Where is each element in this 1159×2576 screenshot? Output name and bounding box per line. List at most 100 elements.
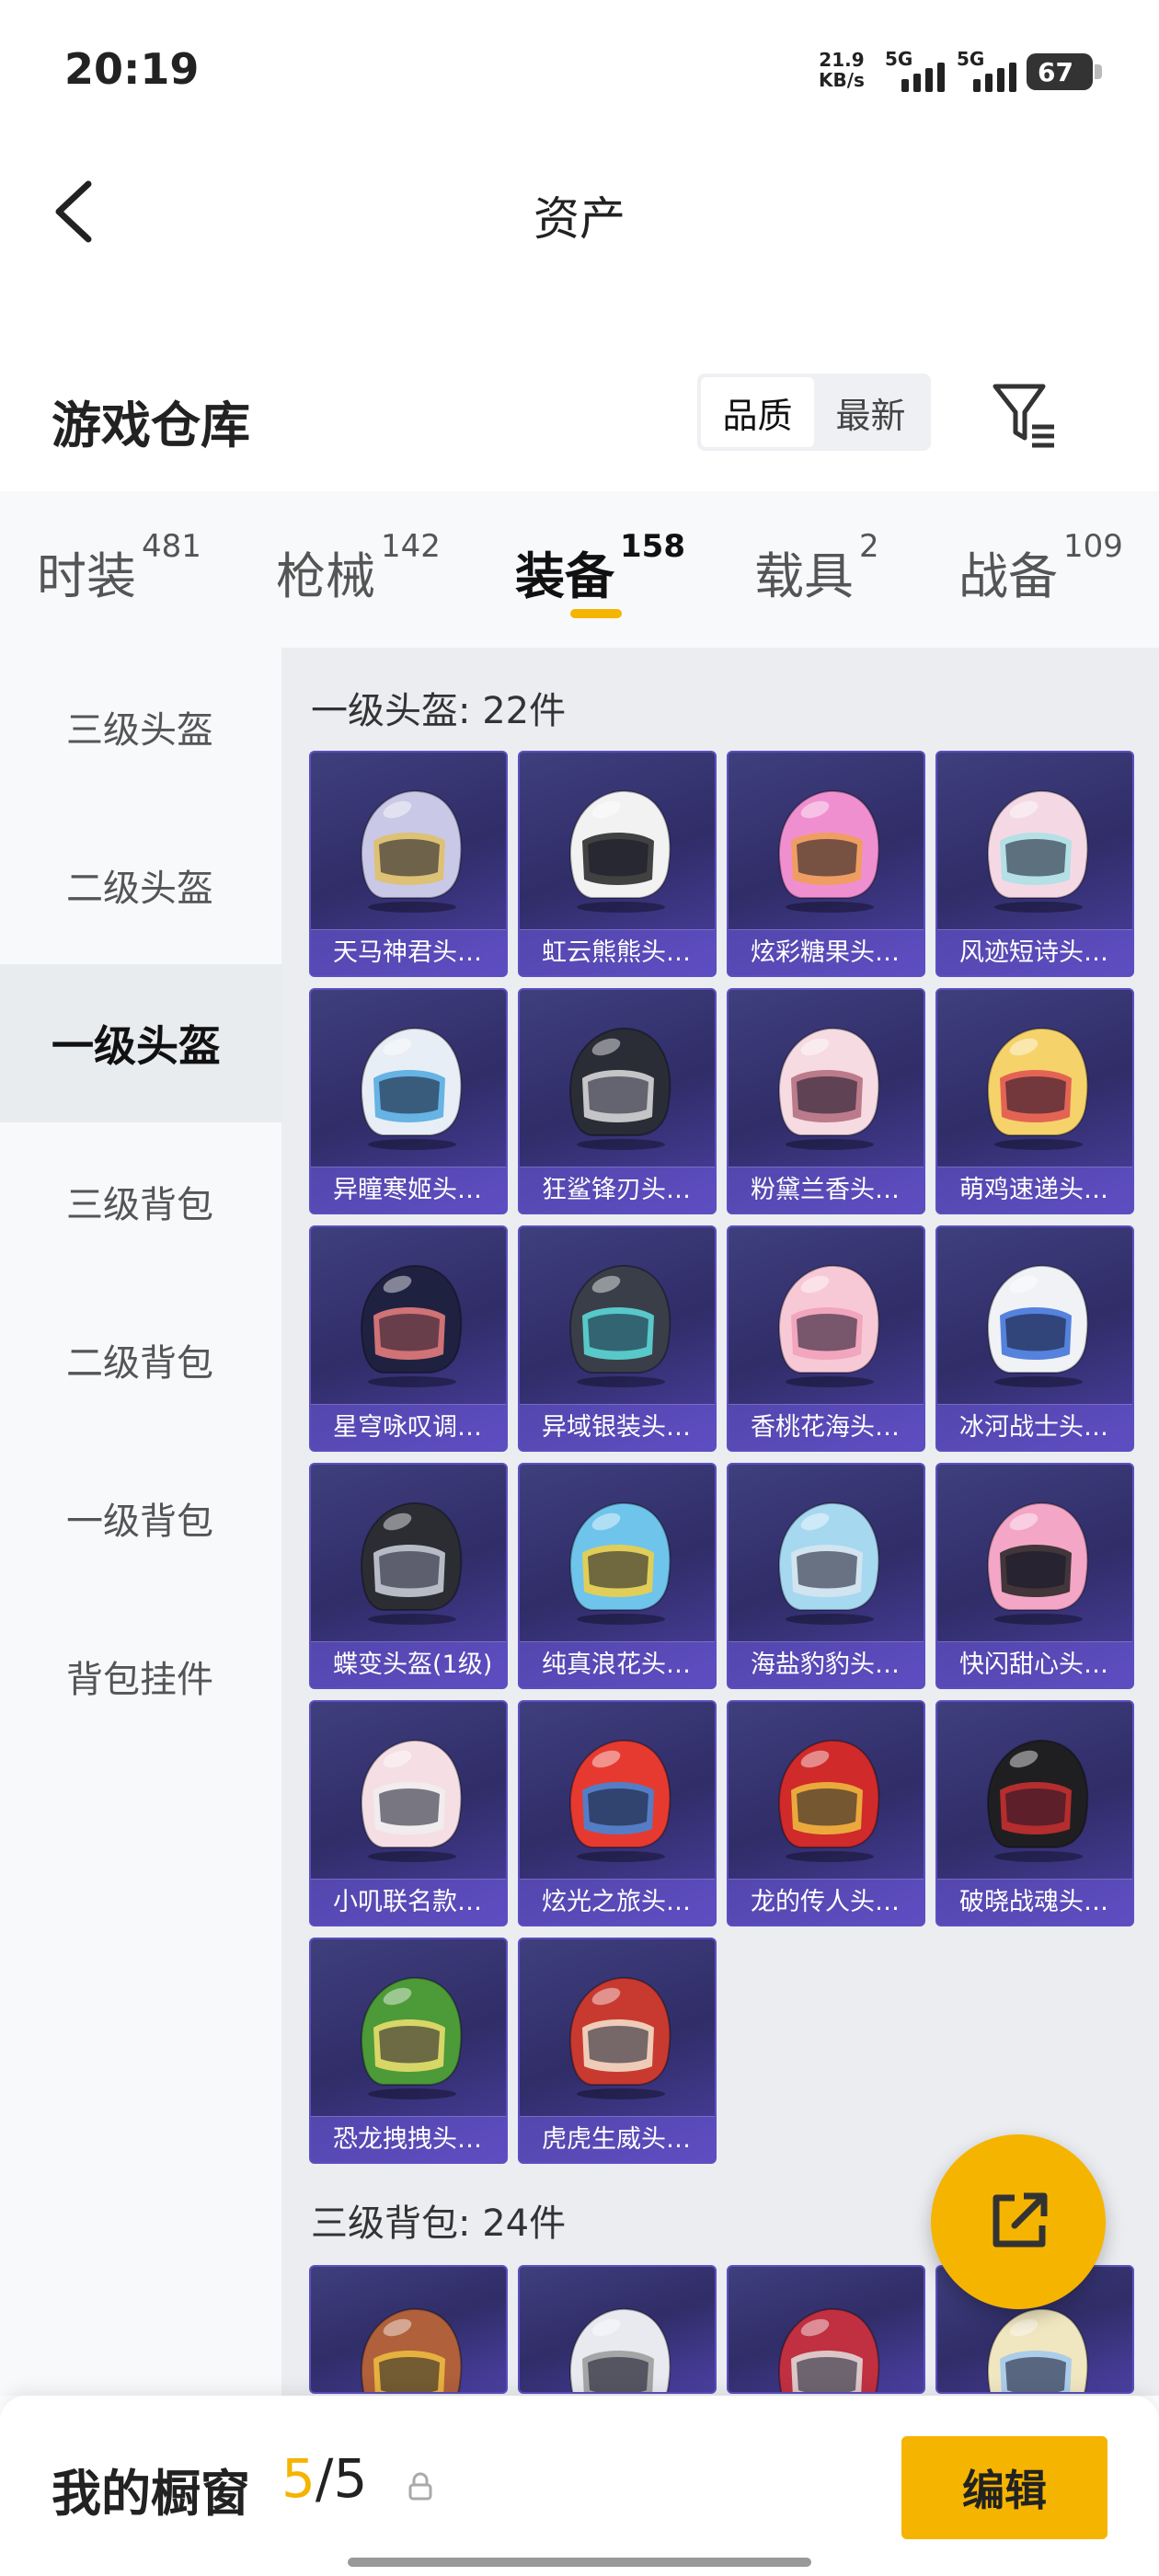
item-card[interactable]: 异瞳寒姬头… <box>309 988 508 1214</box>
item-name: 破晓战魂头… <box>937 1879 1132 1925</box>
item-name: 虎虎生威头… <box>520 2116 715 2162</box>
helmet-image <box>568 1976 671 2099</box>
edit-button[interactable]: 编辑 <box>901 2436 1107 2539</box>
showcase-label: 我的橱窗 <box>52 2465 250 2523</box>
item-card[interactable]: 恐龙拽拽头… <box>309 1938 508 2164</box>
tab-equipment[interactable]: 装备158 <box>515 528 685 608</box>
item-card[interactable] <box>309 2265 508 2394</box>
item-list: 一级头盔: 22件 天马神君头… 虹云熊熊头… 炫彩糖果头… 风迹短诗头… 异瞳寒姬头…… <box>281 648 1159 2396</box>
sidebar-item-lvl1-backpack[interactable]: 一级背包 <box>0 1439 281 1597</box>
sort-option-latest[interactable]: 最新 <box>814 377 927 447</box>
filter-icon[interactable] <box>990 379 1058 449</box>
share-button[interactable] <box>931 2134 1106 2309</box>
sidebar: 三级头盔 二级头盔 一级头盔 三级背包 二级背包 一级背包 背包挂件 <box>0 648 281 2396</box>
helmet-image <box>360 1501 463 1625</box>
showcase-separator: / <box>315 2447 334 2510</box>
helmet-image <box>360 1739 463 1862</box>
item-card[interactable]: 星穹咏叹调… <box>309 1225 508 1452</box>
item-card[interactable]: 虎虎生威头… <box>518 1938 717 2164</box>
helmet-image <box>360 1264 463 1387</box>
item-name: 小叽联名款… <box>311 1879 506 1925</box>
item-card[interactable]: 香桃花海头… <box>727 1225 925 1452</box>
tab-count: 109 <box>1063 528 1123 565</box>
tab-count: 481 <box>142 528 201 565</box>
item-card[interactable]: 异域银装头… <box>518 1225 717 1452</box>
item-card[interactable]: 萌鸡速递头… <box>935 988 1134 1214</box>
helmet-image <box>360 1027 463 1150</box>
item-card[interactable]: 炫光之旅头… <box>518 1700 717 1926</box>
showcase-bar: 我的橱窗 5/5 编辑 <box>0 2396 1159 2576</box>
helmet-image <box>777 1264 880 1387</box>
tab-gear[interactable]: 战备109 <box>958 528 1123 608</box>
item-card[interactable]: 狂鲨锋刃头… <box>518 988 717 1214</box>
showcase-used: 5 <box>281 2447 316 2510</box>
sidebar-item-lvl1-helmet[interactable]: 一级头盔 <box>0 964 281 1122</box>
helmet-image <box>360 1976 463 2099</box>
item-grid: 天马神君头… 虹云熊熊头… 炫彩糖果头… 风迹短诗头… 异瞳寒姬头… 狂鲨锋刃头… 粉黛兰香… <box>309 751 1134 2164</box>
showcase-total: 5 <box>333 2447 368 2510</box>
helmet-image <box>986 1264 1089 1387</box>
tab-label: 载具 <box>754 547 854 605</box>
share-icon <box>993 2192 1048 2248</box>
item-name: 异瞳寒姬头… <box>311 1167 506 1213</box>
item-name: 恐龙拽拽头… <box>311 2116 506 2162</box>
helmet-image <box>568 1027 671 1150</box>
item-card[interactable]: 纯真浪花头… <box>518 1463 717 1689</box>
battery-level: 67 <box>1038 56 1073 87</box>
item-name: 萌鸡速递头… <box>937 1167 1132 1213</box>
item-card[interactable]: 虹云熊熊头… <box>518 751 717 977</box>
sidebar-item-lvl2-helmet[interactable]: 二级头盔 <box>0 806 281 964</box>
item-card[interactable] <box>518 2265 717 2394</box>
sidebar-item-lvl3-backpack[interactable]: 三级背包 <box>0 1122 281 1281</box>
item-name: 虹云熊熊头… <box>520 929 715 975</box>
item-card[interactable]: 粉黛兰香头… <box>727 988 925 1214</box>
network-speed-value: 21.9 <box>819 49 865 71</box>
battery-icon: 67 <box>1027 53 1102 90</box>
group-heading: 一级头盔: 22件 <box>311 690 567 732</box>
helmet-image <box>777 789 880 913</box>
sort-option-quality[interactable]: 品质 <box>701 377 814 447</box>
helmet-image <box>360 789 463 913</box>
sidebar-item-backpack-charm[interactable]: 背包挂件 <box>0 1597 281 1755</box>
item-name: 冰河战士头… <box>937 1404 1132 1450</box>
group-heading: 三级背包: 24件 <box>311 2202 567 2245</box>
item-card[interactable]: 海盐豹豹头… <box>727 1463 925 1689</box>
tab-label: 战备 <box>958 547 1058 605</box>
item-card[interactable]: 炫彩糖果头… <box>727 751 925 977</box>
item-card[interactable]: 风迹短诗头… <box>935 751 1134 977</box>
item-name: 异域银装头… <box>520 1404 715 1450</box>
item-card[interactable]: 破晓战魂头… <box>935 1700 1134 1926</box>
item-card[interactable]: 蝶变头盔(1级) <box>309 1463 508 1689</box>
item-name: 炫彩糖果头… <box>729 929 924 975</box>
helmet-image <box>986 1739 1089 1862</box>
helmet-image <box>986 1501 1089 1625</box>
item-card[interactable]: 龙的传人头… <box>727 1700 925 1926</box>
item-card[interactable]: 天马神君头… <box>309 751 508 977</box>
sidebar-item-lvl3-helmet[interactable]: 三级头盔 <box>0 648 281 806</box>
tab-fashion[interactable]: 时装481 <box>37 528 201 608</box>
signal-1-icon <box>901 55 945 92</box>
section-title: 游戏仓库 <box>52 397 250 454</box>
sort-toggle: 品质 最新 <box>697 374 931 451</box>
app-header: 资产 <box>0 156 1159 267</box>
item-name: 炫光之旅头… <box>520 1879 715 1925</box>
item-name: 快闪甜心头… <box>937 1641 1132 1687</box>
item-name: 纯真浪花头… <box>520 1641 715 1687</box>
helmet-image <box>568 1739 671 1862</box>
helmet-image <box>986 1027 1089 1150</box>
network-speed-unit: KB/s <box>819 69 865 91</box>
helmet-image <box>777 2307 880 2392</box>
item-card[interactable]: 小叽联名款… <box>309 1700 508 1926</box>
tab-label: 装备 <box>515 547 614 605</box>
sidebar-item-lvl2-backpack[interactable]: 二级背包 <box>0 1281 281 1439</box>
helmet-image <box>777 1739 880 1862</box>
helmet-image <box>568 1501 671 1625</box>
item-name: 蝶变头盔(1级) <box>311 1641 506 1687</box>
item-card[interactable]: 冰河战士头… <box>935 1225 1134 1452</box>
tab-vehicles[interactable]: 载具2 <box>754 528 879 608</box>
item-card[interactable]: 快闪甜心头… <box>935 1463 1134 1689</box>
tab-firearms[interactable]: 枪械142 <box>276 528 441 608</box>
lock-icon <box>408 2472 432 2501</box>
item-card[interactable] <box>727 2265 925 2394</box>
tab-count: 158 <box>620 528 685 565</box>
